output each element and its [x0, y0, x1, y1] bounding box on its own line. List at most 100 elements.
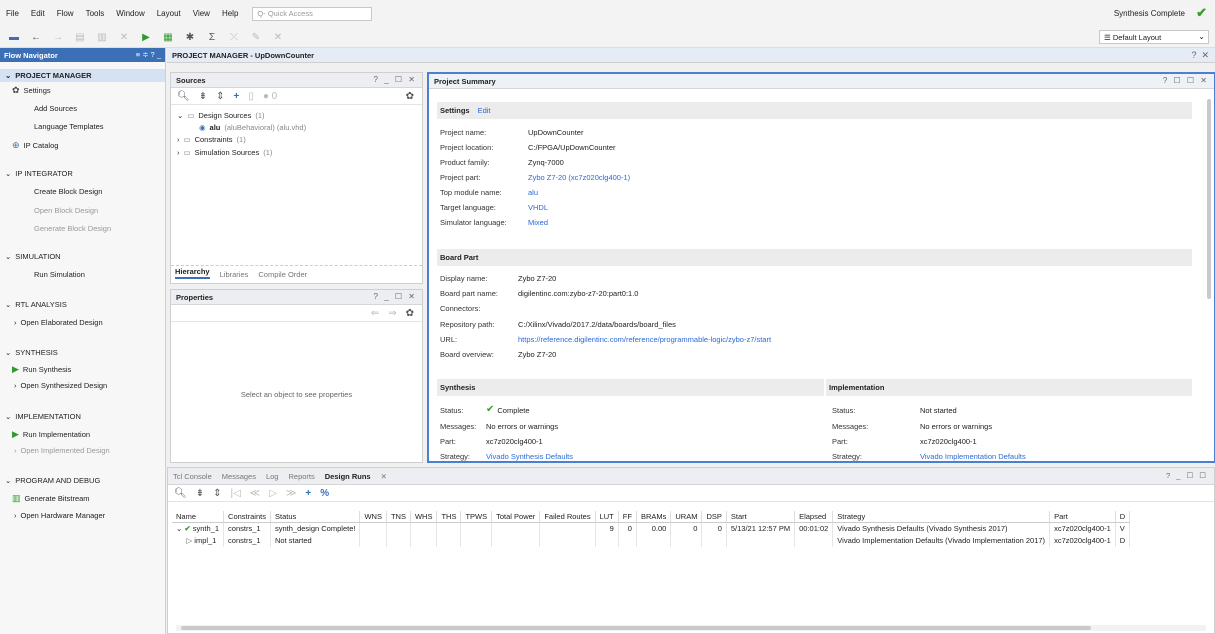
nav-open-block-design[interactable]: Open Block Design	[34, 206, 98, 215]
add-icon[interactable]: +	[305, 488, 311, 499]
section-ip-integrator[interactable]: ⌄ IP INTEGRATOR	[5, 169, 73, 178]
first-icon[interactable]: |◁	[230, 488, 240, 499]
paste-icon[interactable]: ▥	[96, 32, 108, 43]
collapse-all-icon[interactable]: ⇟	[199, 91, 207, 102]
nav-open-elaborated-design[interactable]: › Open Elaborated Design	[14, 318, 103, 327]
column-header[interactable]: Name	[172, 511, 225, 523]
column-header[interactable]: THS	[436, 511, 462, 523]
menu-layout[interactable]: Layout	[151, 9, 187, 18]
tab-reports[interactable]: Reports	[288, 472, 314, 481]
forward-icon[interactable]: ⇒	[388, 308, 396, 319]
play-icon[interactable]: ▷	[269, 488, 277, 499]
column-header[interactable]: Constraints	[223, 511, 271, 523]
search-icon[interactable]: 🔍︎	[174, 488, 187, 499]
nav-create-block-design[interactable]: Create Block Design	[34, 187, 102, 196]
column-header[interactable]: D	[1115, 511, 1131, 523]
nav-language-templates[interactable]: Language Templates	[34, 122, 104, 131]
previous-icon[interactable]: ≪	[250, 488, 260, 499]
nav-open-hardware-manager[interactable]: › Open Hardware Manager	[14, 511, 105, 520]
sigma-icon[interactable]: Σ	[206, 32, 218, 43]
redo-icon[interactable]: →	[52, 32, 64, 43]
nav-open-implemented-design[interactable]: › Open Implemented Design	[14, 446, 110, 455]
section-implementation[interactable]: ⌄ IMPLEMENTATION	[5, 412, 81, 421]
edit-link[interactable]: Edit	[478, 106, 491, 115]
section-program-and-debug[interactable]: ⌄ PROGRAM AND DEBUG	[5, 476, 100, 485]
table-row[interactable]: ▷ impl_1 constrs_1 Not started Vivado Imple…	[172, 534, 1131, 547]
tab-design-runs[interactable]: Design Runs	[325, 472, 371, 481]
column-header[interactable]: BRAMs	[636, 511, 672, 523]
add-icon[interactable]: +	[233, 91, 239, 102]
column-header[interactable]: WNS	[359, 511, 387, 523]
column-header[interactable]: WHS	[410, 511, 438, 523]
column-header[interactable]: Strategy	[832, 511, 1051, 523]
panel-controls[interactable]: ? ☐ ☐ ✕	[1163, 76, 1209, 85]
nav-open-synthesized-design[interactable]: › Open Synthesized Design	[14, 381, 107, 390]
column-header[interactable]: Total Power	[491, 511, 541, 523]
column-header[interactable]: TPWS	[460, 511, 493, 523]
project-part-link[interactable]: Zybo Z7-20 (xc7z020clg400-1)	[528, 173, 630, 182]
column-header[interactable]: DSP	[701, 511, 727, 523]
nav-run-implementation[interactable]: ▶ Run Implementation	[12, 429, 90, 440]
tree-alu[interactable]: ◉ alu (aluBehavioral) (alu.vhd)	[199, 123, 306, 132]
column-header[interactable]: FF	[618, 511, 637, 523]
syn-strategy-link[interactable]: Vivado Synthesis Defaults	[486, 452, 573, 461]
nav-generate-block-design[interactable]: Generate Block Design	[34, 224, 111, 233]
menu-flow[interactable]: Flow	[51, 9, 80, 18]
menu-file[interactable]: File	[0, 9, 25, 18]
tab-libraries[interactable]: Libraries	[220, 270, 249, 279]
menu-window[interactable]: Window	[110, 9, 150, 18]
bitstream-icon[interactable]: ▦	[162, 32, 174, 43]
nav-generate-bitstream[interactable]: ▥ Generate Bitstream	[12, 493, 90, 504]
nav-settings[interactable]: ✿ Settings	[12, 85, 51, 96]
menu-edit[interactable]: Edit	[25, 9, 51, 18]
flow-navigator-controls[interactable]: ≡ ≑ ? _	[136, 50, 161, 59]
section-project-manager[interactable]: ⌄ PROJECT MANAGER	[0, 69, 165, 82]
open-project-icon[interactable]: ▬	[8, 32, 20, 43]
horizontal-scrollbar[interactable]	[176, 625, 1206, 631]
back-icon[interactable]: ⇐	[371, 308, 379, 319]
next-icon[interactable]: ≫	[286, 488, 296, 499]
column-header[interactable]: Start	[726, 511, 796, 523]
expand-all-icon[interactable]: ⇕	[216, 91, 224, 102]
column-header[interactable]: Failed Routes	[539, 511, 596, 523]
panel-controls[interactable]: ? _ ☐ ✕	[374, 292, 417, 301]
quick-access-input[interactable]: Q- Quick Access	[252, 6, 373, 21]
section-simulation[interactable]: ⌄ SIMULATION	[5, 252, 61, 261]
nav-run-simulation[interactable]: Run Simulation	[34, 270, 85, 279]
help-close-controls[interactable]: ? ✕	[1191, 50, 1209, 61]
tree-simulation-sources[interactable]: › ▭ Simulation Sources (1)	[177, 148, 272, 157]
table-row[interactable]: ⌄ ✔ synth_1 constrs_1 synth_design Complet…	[172, 522, 1131, 535]
column-header[interactable]: Part	[1049, 511, 1116, 523]
run-icon[interactable]: ▶	[140, 32, 152, 43]
collapse-all-icon[interactable]: ⇟	[196, 488, 204, 499]
copy-icon[interactable]: ▤	[74, 32, 86, 43]
section-rtl-analysis[interactable]: ⌄ RTL ANALYSIS	[5, 300, 67, 309]
board-url-link[interactable]: https://reference.digilentinc.com/refere…	[518, 335, 771, 344]
column-header[interactable]: TNS	[386, 511, 411, 523]
close-icon[interactable]: ✕	[381, 472, 387, 481]
column-header[interactable]: URAM	[670, 511, 703, 523]
gear-icon[interactable]: ✿	[406, 91, 414, 102]
delete-icon[interactable]: ✕	[118, 32, 130, 43]
simulator-language-link[interactable]: Mixed	[528, 218, 548, 227]
menu-view[interactable]: View	[187, 9, 216, 18]
tab-tcl-console[interactable]: Tcl Console	[173, 472, 212, 481]
menu-help[interactable]: Help	[216, 9, 244, 18]
top-module-link[interactable]: alu	[528, 188, 538, 197]
percent-icon[interactable]: %	[320, 488, 329, 499]
panel-controls[interactable]: ? _ ☐ ✕	[374, 75, 417, 84]
scroll-thumb[interactable]	[181, 626, 1091, 630]
file-icon[interactable]: ▯	[248, 91, 254, 102]
tree-design-sources[interactable]: ⌄ ▭ Design Sources (1)	[177, 111, 265, 120]
vertical-scrollbar[interactable]	[1207, 99, 1211, 299]
edit-icon[interactable]: ✎	[250, 32, 262, 43]
undo-icon[interactable]: ←	[30, 32, 42, 43]
nav-ip-catalog[interactable]: ⊕ IP Catalog	[12, 140, 58, 151]
cancel-icon[interactable]: ✕	[272, 32, 284, 43]
impl-strategy-link[interactable]: Vivado Implementation Defaults	[920, 452, 1026, 461]
search-icon[interactable]: 🔍︎	[177, 91, 190, 102]
section-synthesis[interactable]: ⌄ SYNTHESIS	[5, 348, 58, 357]
tab-compile-order[interactable]: Compile Order	[258, 270, 307, 279]
expand-all-icon[interactable]: ⇕	[213, 488, 221, 499]
target-language-link[interactable]: VHDL	[528, 203, 548, 212]
